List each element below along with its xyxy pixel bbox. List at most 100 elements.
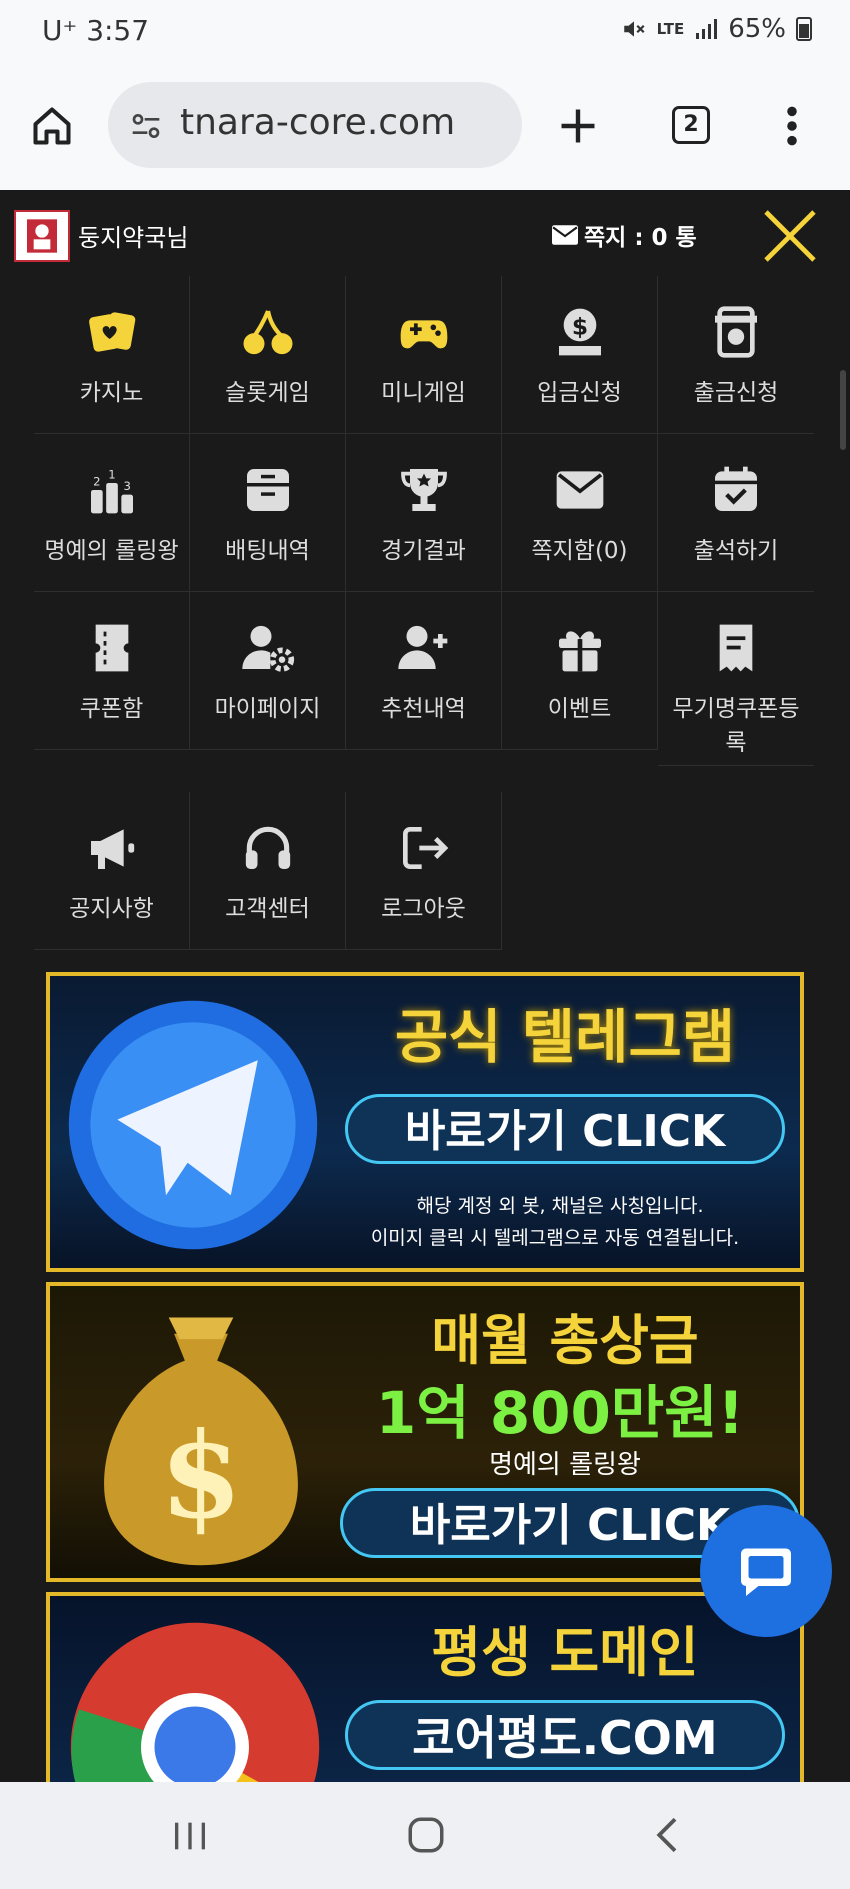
username: 둥지약국님 bbox=[78, 224, 189, 252]
menu-item-deposit[interactable]: $ 입금신청 bbox=[502, 276, 658, 434]
envelope-small-icon bbox=[552, 225, 578, 245]
menu-item-casino[interactable]: 카지노 bbox=[34, 276, 190, 434]
status-left: U⁺ 3:57 bbox=[42, 14, 149, 47]
svg-text:$: $ bbox=[160, 1406, 242, 1545]
casino-cards-icon bbox=[88, 312, 135, 352]
svg-text:1: 1 bbox=[108, 467, 115, 481]
chat-bubble-icon bbox=[741, 1548, 791, 1596]
cherry-icon bbox=[243, 310, 292, 355]
avatar bbox=[14, 210, 70, 262]
withdraw-icon bbox=[715, 306, 757, 358]
close-icon[interactable] bbox=[758, 204, 822, 268]
menu-item-referrals[interactable]: 추천내역 bbox=[346, 592, 502, 750]
menu-label: 로그아웃 bbox=[381, 896, 466, 922]
prize-amount: 1억 800만원! bbox=[375, 1379, 745, 1447]
scrollbar[interactable] bbox=[840, 370, 846, 450]
tab-count: 2 bbox=[683, 112, 699, 137]
menu-item-events[interactable]: 이벤트 bbox=[502, 592, 658, 750]
svg-text:2: 2 bbox=[93, 474, 100, 488]
menu-label: 공지사항 bbox=[69, 896, 154, 922]
user-bar: 둥지약국님 쪽지 : 0 통 bbox=[0, 190, 850, 274]
menu-label: 무기명쿠폰등록 bbox=[672, 696, 800, 756]
calendar-check-icon bbox=[715, 466, 757, 511]
message-count-link[interactable]: 쪽지 : 0 통 bbox=[552, 218, 697, 252]
menu-item-minigame[interactable]: 미니게임 bbox=[346, 276, 502, 434]
home-icon[interactable] bbox=[30, 104, 74, 148]
prize-title: 매월 총상금 bbox=[431, 1309, 699, 1372]
recent-apps-icon[interactable] bbox=[170, 1818, 210, 1854]
menu-item-slot[interactable]: 슬롯게임 bbox=[190, 276, 346, 434]
address-bar[interactable]: tnara-core.com bbox=[108, 82, 522, 168]
site-settings-icon[interactable] bbox=[130, 110, 162, 142]
telegram-cta[interactable]: 바로가기 CLICK bbox=[345, 1094, 785, 1164]
telegram-note-2: 이미지 클릭 시 텔레그램으로 자동 연결됩니다. bbox=[370, 1227, 740, 1249]
menu-label: 명예의 롤링왕 bbox=[44, 538, 179, 564]
menu-label: 미니게임 bbox=[381, 380, 466, 406]
clock: 3:57 bbox=[86, 14, 150, 47]
gamepad-icon bbox=[400, 320, 447, 349]
ranking-podium-icon: 2 13 bbox=[90, 467, 133, 514]
tab-switcher-button[interactable]: 2 bbox=[672, 106, 710, 144]
carrier: U⁺ bbox=[42, 14, 78, 47]
signal-icon bbox=[696, 19, 718, 39]
home-nav-icon[interactable] bbox=[405, 1814, 447, 1856]
menu-label: 출석하기 bbox=[693, 538, 779, 564]
status-right: LTE 65% bbox=[621, 14, 812, 44]
mute-icon bbox=[623, 21, 645, 37]
coupon-icon bbox=[95, 624, 128, 672]
menu-item-ranking[interactable]: 213 명예의 롤링왕 bbox=[34, 434, 190, 592]
svg-text:3: 3 bbox=[123, 479, 130, 493]
menu-item-attendance[interactable]: 출석하기 bbox=[658, 434, 814, 592]
network-label: LTE bbox=[656, 20, 685, 38]
menu-item-results[interactable]: 경기결과 bbox=[346, 434, 502, 592]
live-chat-button[interactable] bbox=[700, 1505, 832, 1637]
back-icon[interactable] bbox=[650, 1814, 686, 1856]
coin-deposit-icon: $ bbox=[558, 308, 601, 356]
gift-icon bbox=[558, 631, 601, 672]
menu-item-logout[interactable]: 로그아웃 bbox=[346, 792, 502, 950]
archive-box-icon bbox=[246, 469, 289, 511]
status-bar: U⁺ 3:57 LTE 65% bbox=[0, 0, 850, 62]
menu-label: 출금신청 bbox=[693, 380, 779, 406]
battery-percent: 65% bbox=[728, 14, 786, 44]
menu-item-anon-coupon[interactable]: 무기명쿠폰등록 bbox=[658, 592, 814, 766]
menu-label: 슬롯게임 bbox=[225, 380, 310, 406]
user-logo-icon bbox=[27, 219, 57, 253]
browser-toolbar: tnara-core.com 2 bbox=[0, 62, 850, 190]
prize-sub: 명예의 롤링왕 bbox=[489, 1450, 641, 1480]
message-count: 쪽지 : 0 통 bbox=[584, 225, 697, 251]
receipt-icon bbox=[719, 624, 753, 672]
menu-item-mypage[interactable]: 마이페이지 bbox=[190, 592, 346, 750]
telegram-banner[interactable]: 공식 텔레그램 바로가기 CLICK 해당 계정 외 봇, 채널은 사칭입니다.… bbox=[46, 972, 804, 1272]
user-gear-icon bbox=[241, 625, 294, 672]
domain-cta[interactable]: 코어평도.COM bbox=[345, 1700, 785, 1770]
menu-label: 마이페이지 bbox=[214, 696, 321, 722]
user-plus-icon bbox=[397, 625, 447, 669]
menu-label: 카지노 bbox=[79, 380, 144, 406]
prize-banner[interactable]: $ 매월 총상금 1억 800만원! 명예의 롤링왕 바로가기 CLICK bbox=[46, 1282, 804, 1582]
menu-label: 쪽지함(0) bbox=[531, 538, 628, 564]
telegram-icon bbox=[68, 1000, 318, 1250]
menu-item-support[interactable]: 고객센터 bbox=[190, 792, 346, 950]
menu-item-messages[interactable]: 쪽지함(0) bbox=[502, 434, 658, 592]
menu-label: 경기결과 bbox=[381, 538, 466, 564]
envelope-icon bbox=[556, 471, 603, 509]
headset-icon bbox=[245, 826, 290, 869]
more-menu-icon[interactable] bbox=[780, 104, 804, 148]
menu-item-withdraw[interactable]: 출금신청 bbox=[658, 276, 814, 434]
menu-item-coupons[interactable]: 쿠폰함 bbox=[34, 592, 190, 750]
chrome-icon bbox=[70, 1622, 320, 1788]
menu-item-bet-history[interactable]: 배팅내역 bbox=[190, 434, 346, 592]
menu-item-notice[interactable]: 공지사항 bbox=[34, 792, 190, 950]
menu-label: 입금신청 bbox=[537, 380, 622, 406]
new-tab-icon[interactable] bbox=[556, 104, 600, 148]
menu-label: 쿠폰함 bbox=[79, 696, 144, 722]
system-nav-bar bbox=[0, 1782, 850, 1889]
menu-label: 이벤트 bbox=[547, 696, 612, 722]
telegram-title: 공식 텔레그램 bbox=[394, 1003, 736, 1071]
domain-banner[interactable]: 평생 도메인 코어평도.COM bbox=[46, 1592, 804, 1792]
money-bag-icon: $ bbox=[104, 1317, 298, 1566]
svg-text:$: $ bbox=[571, 312, 587, 340]
menu-label: 추천내역 bbox=[381, 696, 466, 722]
url-text: tnara-core.com bbox=[180, 102, 456, 143]
